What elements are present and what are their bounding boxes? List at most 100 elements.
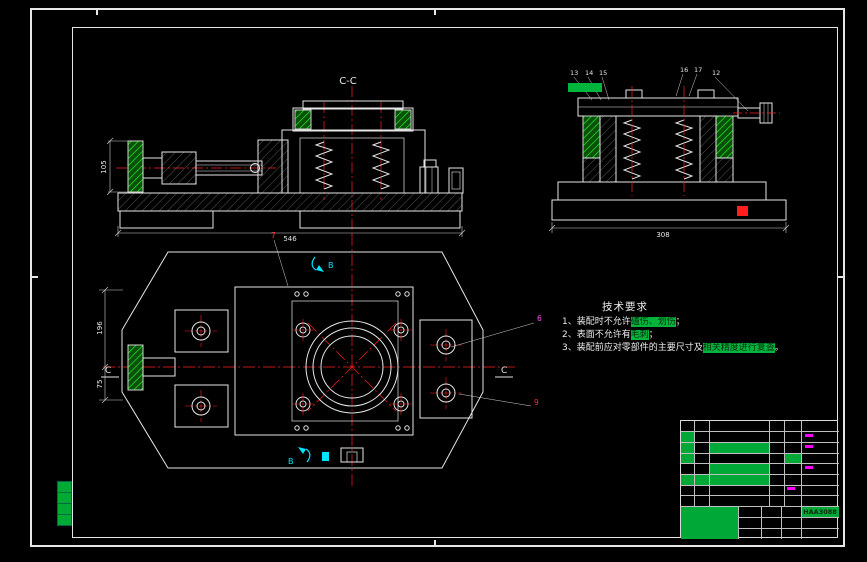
title-block-cell-green [681, 431, 694, 442]
selected-annotation-highlight [568, 83, 602, 92]
title-block-gridline [709, 421, 710, 506]
title-block-gridline [738, 517, 839, 518]
cad-viewport[interactable]: 105 546 C-C 13 14 15 16 17 12 308 B B 7 … [0, 0, 867, 562]
title-block-gridline [681, 453, 839, 454]
callout-17: 17 [694, 66, 702, 74]
title-block-gridline [681, 463, 839, 464]
knurled-knob [127, 344, 144, 391]
title-block-gridline [784, 421, 785, 506]
cyan-clip [322, 452, 329, 461]
callout-leaders [273, 239, 535, 407]
central-housing [234, 286, 414, 436]
title-block[interactable]: HAA3088 [680, 420, 839, 539]
callout-15: 15 [599, 69, 607, 77]
title-block-cell-green [681, 453, 694, 463]
title-block-gridline [801, 421, 802, 506]
title-block-gridline [769, 421, 770, 506]
springs [622, 119, 694, 180]
centering-tick [837, 276, 845, 278]
side-section-view[interactable]: 13 14 15 16 17 12 308 [545, 56, 805, 241]
centering-tick [38, 8, 48, 10]
knurled-knob [127, 140, 144, 193]
title-block-cell-green [681, 506, 738, 539]
left-guide-blocks [174, 309, 229, 428]
text-segment: 1、装配时不允许 [562, 317, 631, 327]
seal-column-right [715, 115, 734, 159]
centerlines [103, 234, 515, 488]
section-b-label-top: B [328, 261, 334, 270]
callout-9: 9 [534, 398, 539, 407]
section-c-label-right: C [501, 366, 507, 376]
highlighted-text: 毛刺 [630, 330, 649, 340]
title-block-gridline [738, 528, 839, 529]
callout-16: 16 [680, 66, 688, 74]
highlighted-text: 相关精度进行复查 [702, 343, 775, 353]
front-section-view[interactable]: 105 546 C-C [98, 68, 498, 243]
tech-req-line-1: 1、装配时不允许磕伤、划伤； [562, 316, 810, 329]
centering-tick [30, 276, 38, 278]
callout-13: 13 [570, 69, 578, 77]
gasket-left [294, 109, 312, 130]
title-block-cell-green [784, 453, 801, 463]
title-block-gridline [761, 506, 762, 539]
dim-left-label: 105 [100, 160, 108, 173]
tech-req-line-3: 3、装配前应对零部件的主要尺寸及相关精度进行复查。 [562, 342, 810, 355]
title-block-gridline [681, 495, 839, 496]
dim-left-bottom-label: 75 [96, 380, 104, 389]
title-block-gridline [781, 506, 782, 539]
base-plate [117, 192, 463, 229]
tech-req-title: 技术要求 [602, 301, 648, 313]
title-block-gridline [681, 431, 839, 432]
title-block-gridline [681, 442, 839, 443]
grip-mark [805, 445, 813, 448]
centering-tick [434, 540, 436, 547]
title-block-gridline [681, 474, 839, 475]
callout-7: 7 [271, 231, 276, 240]
section-b-markers [298, 256, 324, 463]
dim-left-top-label: 196 [96, 321, 104, 335]
text-segment: ； [675, 317, 685, 327]
callout-12: 12 [712, 69, 720, 77]
plan-view[interactable]: B B 7 6 9 C C 196 75 [85, 226, 565, 492]
clamp-screw-assembly [127, 139, 289, 194]
callout-14: 14 [585, 69, 593, 77]
title-block-gridline [738, 506, 739, 539]
tech-req-line-2: 2、表面不允许有毛刺； [562, 329, 810, 342]
clamp-handle [127, 344, 176, 391]
body [551, 89, 787, 221]
callout-6: 6 [537, 314, 542, 323]
text-segment: 。 [774, 343, 784, 353]
section-b-label-bottom: B [288, 457, 294, 466]
springs [314, 141, 391, 190]
title-block-cell-green [681, 442, 694, 453]
gasket-right [394, 109, 412, 130]
grip-mark [787, 487, 795, 490]
centerlines [631, 86, 685, 196]
centering-tick [96, 8, 98, 15]
seal-column-left [582, 115, 601, 159]
layer-swatch[interactable] [57, 514, 72, 526]
title-block-gridline [681, 506, 839, 507]
red-marker-square [737, 206, 748, 216]
side-fasteners [419, 159, 464, 194]
highlighted-text: 磕伤、划伤 [630, 317, 676, 327]
centering-tick [434, 8, 436, 15]
fixture-body [281, 100, 426, 194]
text-segment: ； [648, 330, 658, 340]
title-block-gridline [801, 506, 802, 539]
title-block-gridline [681, 485, 839, 486]
section-label-cc: C-C [339, 76, 357, 87]
base-plate-outline [121, 251, 484, 469]
text-segment: 2、表面不允许有 [562, 330, 631, 340]
callout-leaders [573, 73, 749, 112]
title-block-cell-green [709, 442, 769, 453]
title-block-gridline [694, 421, 695, 506]
title-block-cell-green [709, 463, 769, 474]
grip-mark [805, 466, 813, 469]
side-screw [733, 102, 780, 124]
section-c-label-left: C [105, 366, 111, 376]
technical-requirements[interactable]: 技术要求 1、装配时不允许磕伤、划伤； 2、表面不允许有毛刺； 3、装配前应对零… [562, 301, 810, 355]
grip-mark [805, 434, 813, 437]
text-segment: 3、装配前应对零部件的主要尺寸及 [562, 343, 703, 353]
dim-bottom-label: 308 [656, 231, 669, 239]
